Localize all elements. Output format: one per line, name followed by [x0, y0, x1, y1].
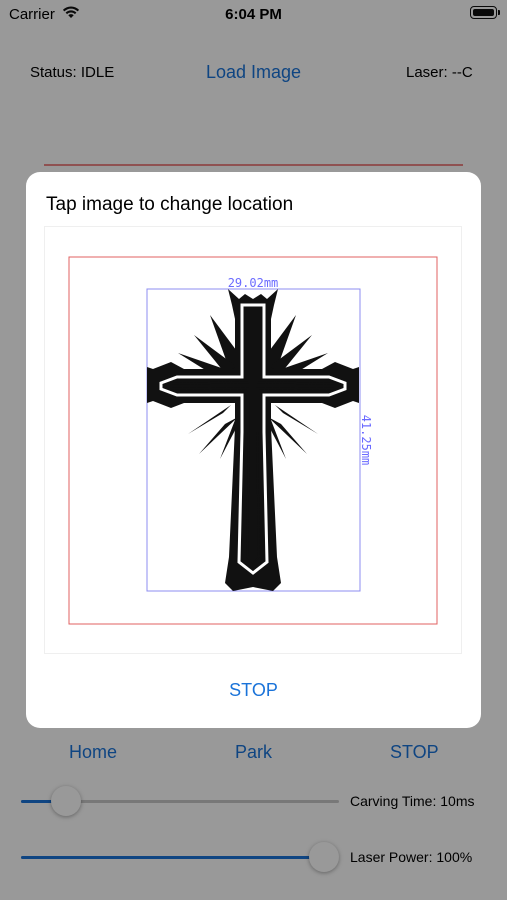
height-dimension-label: 41.25mm [359, 415, 373, 466]
cross-artwork [147, 289, 359, 591]
dialog-stop-button[interactable]: STOP [26, 680, 481, 701]
width-dimension-label: 29.02mm [228, 276, 279, 290]
dialog-title: Tap image to change location [46, 194, 294, 215]
image-placement-canvas[interactable]: 29.02mm 41.25mm [44, 226, 462, 654]
location-dialog: Tap image to change location 29.02mm 41.… [26, 172, 481, 728]
